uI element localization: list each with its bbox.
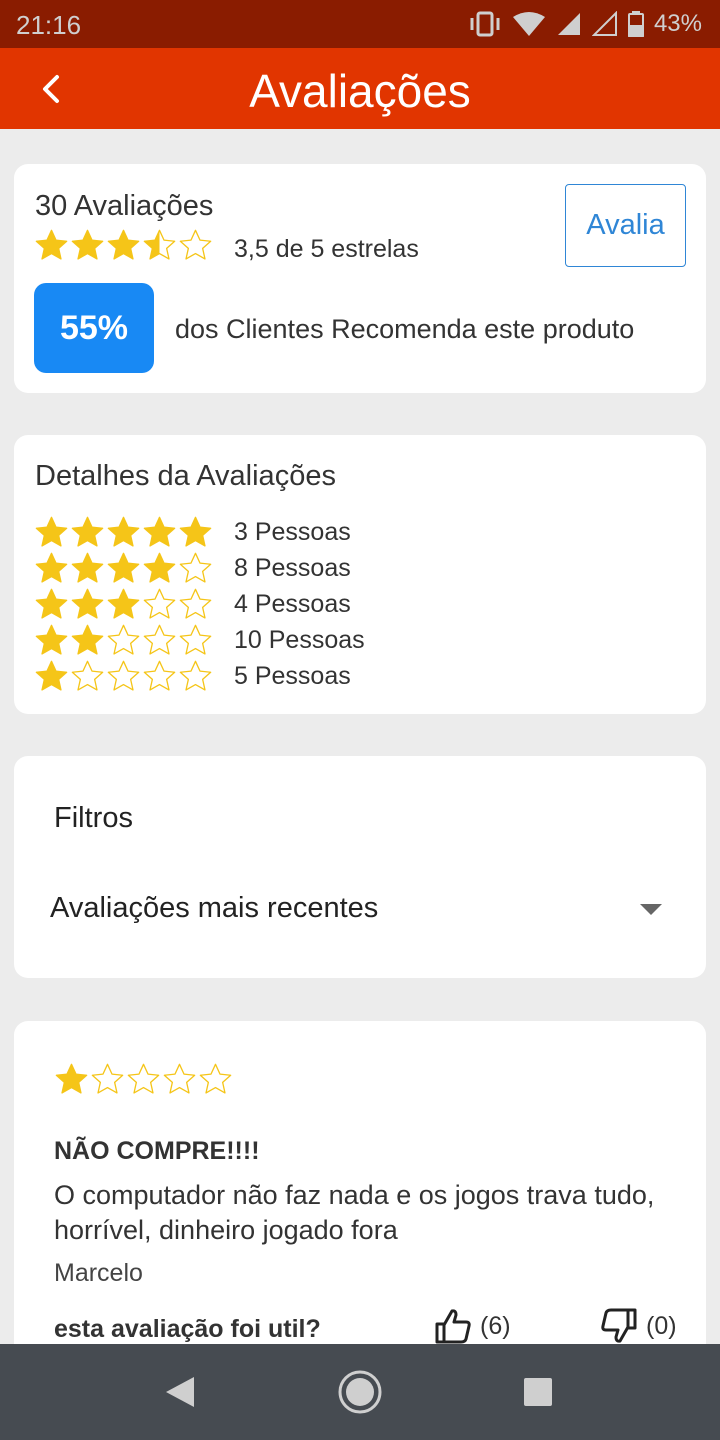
star-filled-icon <box>143 552 176 583</box>
helpful-question: esta avaliação foi util? <box>54 1315 321 1343</box>
status-icons: 43% <box>468 10 702 38</box>
rating-summary-card: 30 Avaliações 3,5 de 5 estrelas Avalia 5… <box>14 164 706 393</box>
star-empty-icon <box>179 624 212 655</box>
row-stars <box>34 659 234 694</box>
star-empty-icon <box>179 660 212 691</box>
nav-home-button[interactable] <box>336 1368 384 1416</box>
star-filled-icon <box>71 229 104 260</box>
review-author: Marcelo <box>54 1259 143 1287</box>
rating-row-3: 4 Pessoas <box>34 586 351 622</box>
star-empty-icon <box>179 229 212 260</box>
row-stars <box>34 551 234 586</box>
status-bar: 21:16 43% <box>0 0 720 48</box>
star-filled-icon <box>35 552 68 583</box>
filters-card: Filtros Avaliações mais recentes <box>14 756 706 978</box>
thumbs-up-button[interactable]: (6) <box>434 1307 511 1345</box>
star-filled-icon <box>35 229 68 260</box>
star-filled-icon <box>107 588 140 619</box>
average-rating-text: 3,5 de 5 estrelas <box>234 235 419 263</box>
average-rating-stars <box>34 228 213 263</box>
row-stars <box>34 623 234 658</box>
row-count: 4 Pessoas <box>234 589 351 618</box>
star-empty-icon <box>199 1063 232 1094</box>
star-filled-icon <box>107 516 140 547</box>
thumbs-down-count: (0) <box>646 1311 677 1340</box>
star-filled-icon <box>107 552 140 583</box>
star-empty-icon <box>127 1063 160 1094</box>
star-filled-icon <box>71 552 104 583</box>
star-filled-icon <box>35 624 68 655</box>
nav-recents-icon <box>524 1378 552 1406</box>
star-empty-icon <box>71 660 104 691</box>
star-empty-icon <box>91 1063 124 1094</box>
vibrate-icon <box>470 11 500 37</box>
review-count: 30 Avaliações <box>35 190 214 222</box>
star-empty-icon <box>179 552 212 583</box>
star-filled-icon <box>107 229 140 260</box>
star-filled-icon <box>71 516 104 547</box>
row-stars <box>34 587 234 622</box>
row-count: 8 Pessoas <box>234 553 351 582</box>
review-body: O computador não faz nada e os jogos tra… <box>54 1180 655 1245</box>
thumbs-up-count: (6) <box>480 1311 511 1340</box>
battery-percent: 43% <box>653 10 702 37</box>
star-empty-icon <box>107 624 140 655</box>
nav-recents-button[interactable] <box>514 1368 562 1416</box>
star-empty-icon <box>163 1063 196 1094</box>
star-filled-icon <box>55 1063 88 1094</box>
system-nav-bar <box>0 1344 720 1440</box>
thumbs-up-icon <box>435 1309 471 1344</box>
review-stars <box>54 1062 233 1097</box>
nav-home-icon <box>338 1370 382 1414</box>
filters-label: Filtros <box>54 802 133 834</box>
rating-row-2: 10 Pessoas <box>34 622 365 658</box>
review-title: NÃO COMPRE!!!! <box>54 1137 260 1165</box>
sort-dropdown-value: Avaliações mais recentes <box>50 892 379 924</box>
nav-back-button[interactable] <box>156 1368 204 1416</box>
battery-icon <box>627 11 644 37</box>
star-filled-icon <box>143 516 176 547</box>
recommend-percent-badge: 55% <box>34 283 154 373</box>
nav-back-icon <box>166 1377 194 1407</box>
star-empty-icon <box>143 624 176 655</box>
row-count: 10 Pessoas <box>234 625 365 654</box>
star-filled-icon <box>35 660 68 691</box>
star-filled-icon <box>71 588 104 619</box>
star-filled-icon <box>179 516 212 547</box>
signal-empty-icon <box>591 11 617 36</box>
rating-row-1: 5 Pessoas <box>34 658 351 694</box>
star-empty-icon <box>143 588 176 619</box>
sort-dropdown[interactable]: Avaliações mais recentes <box>50 886 662 934</box>
rating-row-5: 3 Pessoas <box>34 514 351 550</box>
recommend-text: dos Clientes Recomenda este produto <box>175 314 635 344</box>
app-bar: Avaliações <box>0 48 720 129</box>
row-count: 3 Pessoas <box>234 517 351 546</box>
dropdown-caret-icon <box>640 904 662 915</box>
review-card: NÃO COMPRE!!!! O computador não faz nada… <box>14 1021 706 1361</box>
thumbs-down-button[interactable]: (0) <box>600 1307 677 1345</box>
rating-details-card: Detalhes da Avaliações 3 Pessoas 8 Pesso… <box>14 435 706 714</box>
page-title: Avaliações <box>249 65 471 117</box>
star-empty-icon <box>179 588 212 619</box>
status-time: 21:16 <box>16 10 82 40</box>
signal-icon <box>557 13 580 35</box>
rating-row-4: 8 Pessoas <box>34 550 351 586</box>
star-half-icon <box>143 229 176 260</box>
row-count: 5 Pessoas <box>234 661 351 690</box>
row-stars <box>34 515 234 550</box>
wifi-icon <box>512 12 545 36</box>
rate-button[interactable]: Avalia <box>565 184 686 267</box>
star-filled-icon <box>35 588 68 619</box>
star-filled-icon <box>71 624 104 655</box>
star-empty-icon <box>143 660 176 691</box>
star-filled-icon <box>35 516 68 547</box>
details-title: Detalhes da Avaliações <box>35 460 336 492</box>
star-empty-icon <box>107 660 140 691</box>
thumbs-down-icon <box>601 1308 637 1343</box>
